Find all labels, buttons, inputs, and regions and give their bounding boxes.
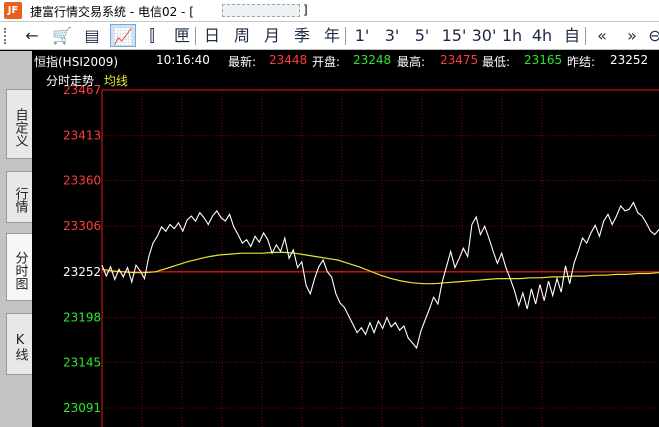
period-1h-button[interactable]: 1h	[500, 24, 524, 47]
side-tab-bar: 自定义行情分时图 K线	[0, 51, 32, 427]
instrument-name: 恒指(HSI2009)	[34, 55, 119, 69]
toolbar: ← 🛒 ▤ 📈 ⫿ 匣日周月季年 1' 3' 5' 15' 30' 1h 4h 自 « » ⊖	[0, 22, 659, 50]
toolbar-separator	[345, 27, 346, 45]
y-tick-label: 23145	[63, 355, 101, 369]
app-logo: JF	[4, 2, 22, 19]
window-title-tail: ]	[303, 3, 308, 17]
avg-line-series	[101, 251, 659, 285]
period-4h-button[interactable]: 4h	[530, 24, 554, 47]
y-tick-label: 23360	[63, 173, 101, 187]
toolbar-separator	[195, 27, 196, 45]
period-custom-button[interactable]: 自	[560, 24, 584, 47]
period-week-button[interactable]: 周	[230, 24, 254, 47]
chart-canvas[interactable]: 2346723413233602330623252231982314523091	[32, 70, 659, 427]
y-tick-label: 23413	[63, 129, 101, 143]
side-tab-custom[interactable]: 自定义	[6, 89, 32, 159]
period-5min-button[interactable]: 5'	[410, 24, 434, 47]
period-quarter-button[interactable]: 季	[290, 24, 314, 47]
high-label: 最高:	[397, 55, 426, 69]
period-day-button[interactable]: 日	[200, 24, 224, 47]
quote-info-bar: 恒指(HSI2009) 10:16:40 最新: 23448 开盘: 23248…	[32, 51, 659, 70]
high-value: 23475	[440, 53, 479, 67]
back-button[interactable]: ←	[20, 24, 44, 47]
box-button[interactable]: 匣	[170, 24, 194, 47]
period-15min-button[interactable]: 15'	[440, 24, 468, 47]
prev-close-label: 昨结:	[567, 55, 596, 69]
period-1min-button[interactable]: 1'	[350, 24, 374, 47]
period-year-button[interactable]: 年	[320, 24, 344, 47]
title-bar: JF 捷富行情交易系统 - 电信02 - [ ]	[0, 0, 659, 22]
toolbar-grip	[4, 28, 8, 44]
low-label: 最低:	[482, 55, 511, 69]
latest-value: 23448	[269, 53, 308, 67]
y-tick-label: 23198	[63, 311, 101, 325]
open-label: 开盘:	[312, 55, 341, 69]
latest-label: 最新:	[228, 55, 257, 69]
legend-avg-label: 均线	[103, 74, 128, 88]
chart-legend: 分时走势 均线	[46, 72, 128, 89]
zoom-out-button[interactable]: ⊖	[648, 24, 659, 47]
y-tick-label: 23306	[63, 219, 101, 233]
page-next-button[interactable]: »	[620, 24, 644, 47]
y-tick-label: 23252	[63, 265, 101, 279]
open-value: 23248	[353, 53, 392, 67]
period-month-button[interactable]: 月	[260, 24, 284, 47]
side-tab-intraday[interactable]: 分时图	[6, 233, 32, 301]
account-redacted	[222, 4, 300, 17]
prev-close-value: 23252	[610, 53, 649, 67]
period-30min-button[interactable]: 30'	[470, 24, 498, 47]
low-value: 23165	[524, 53, 563, 67]
cart-button[interactable]: 🛒	[50, 24, 74, 47]
intraday-chart[interactable]: 23467 23413 23360 23306 23252 23198 23145 23091…	[32, 70, 659, 427]
kline-button[interactable]: ⫿	[140, 24, 164, 47]
side-tab-kline[interactable]: K线	[6, 313, 32, 375]
window-title: 捷富行情交易系统 - 电信02 - [	[30, 5, 194, 19]
page-prev-button[interactable]: «	[590, 24, 614, 47]
legend-price-label: 分时走势	[46, 74, 95, 88]
quote-time: 10:16:40	[156, 53, 210, 67]
side-tab-quotes[interactable]: 行情	[6, 171, 32, 223]
intraday-chart-button[interactable]: 📈	[110, 24, 136, 47]
list-button[interactable]: ▤	[80, 24, 104, 47]
toolbar-separator	[585, 27, 586, 45]
y-tick-label: 23091	[63, 401, 101, 415]
period-3min-button[interactable]: 3'	[380, 24, 404, 47]
